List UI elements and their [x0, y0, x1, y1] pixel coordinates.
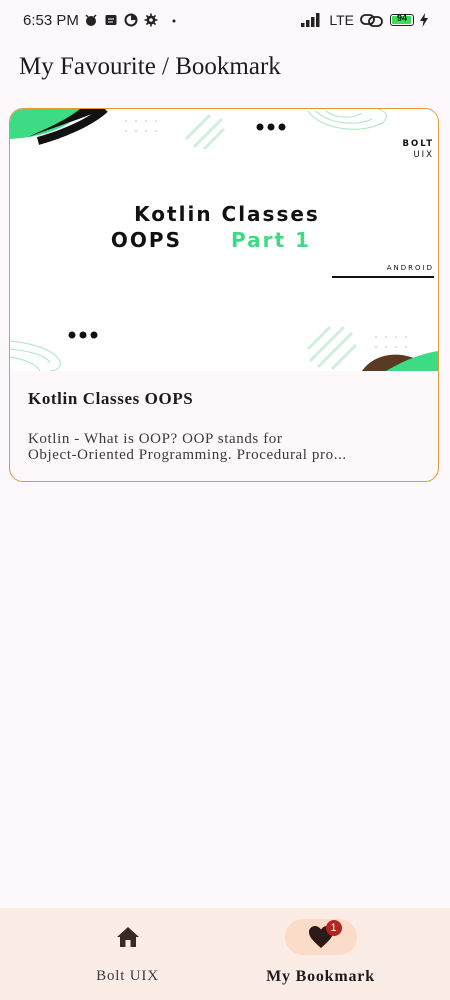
signal-icon: [301, 13, 320, 27]
nav-item-home[interactable]: Bolt UIX: [15, 908, 240, 1000]
bookmark-card[interactable]: BOLT UIX Kotlin Classes OOPS Part 1 ANDR…: [9, 108, 439, 482]
card-description: Kotlin - What is OOP? OOP stands for Obj…: [28, 431, 428, 463]
notification-badge: 1: [325, 920, 342, 936]
thumb-heading-2a: OOPS: [111, 228, 182, 252]
battery-indicator: 94: [390, 13, 414, 26]
thumbnail-artwork: BOLT UIX Kotlin Classes OOPS Part 1 ANDR…: [10, 109, 438, 372]
card-description-line-2: Object-Oriented Programming. Procedural …: [28, 447, 347, 463]
home-icon: [116, 927, 139, 947]
data-saver-icon: [124, 13, 138, 27]
network-type: LTE: [329, 12, 354, 28]
thumb-tag: ANDROID: [387, 264, 434, 272]
card-description-line-1: Kotlin - What is OOP? OOP stands for: [28, 431, 283, 447]
battery-level: 94: [396, 13, 407, 23]
page-title: My Favourite / Bookmark: [19, 53, 281, 80]
status-time: 6:53 PM: [23, 12, 79, 29]
thumb-brand-2: UIX: [413, 150, 434, 160]
nav-label-home: Bolt UIX: [96, 968, 159, 984]
bottom-navigation: Bolt UIX 1 My Bookmark: [0, 908, 450, 1000]
card-title: Kotlin Classes OOPS: [28, 389, 194, 408]
nav-item-bookmark[interactable]: 1 My Bookmark: [208, 908, 433, 1000]
thumb-brand-1: BOLT: [402, 139, 434, 149]
thumb-heading-2b: Part 1: [231, 228, 311, 252]
dot-icon: [172, 19, 176, 23]
charging-icon: [420, 13, 428, 27]
nav-label-bookmark: My Bookmark: [266, 968, 375, 985]
alarm-icon: [85, 14, 97, 26]
settings-icon: [144, 13, 158, 27]
message-icon: [105, 15, 117, 25]
link-icon: [360, 14, 383, 27]
nav-active-indicator: 1: [284, 919, 357, 955]
card-thumbnail: BOLT UIX Kotlin Classes OOPS Part 1 ANDR…: [10, 109, 438, 372]
thumb-heading-1: Kotlin Classes: [134, 202, 320, 226]
status-bar: 6:53 PM LTE 94: [0, 0, 450, 42]
